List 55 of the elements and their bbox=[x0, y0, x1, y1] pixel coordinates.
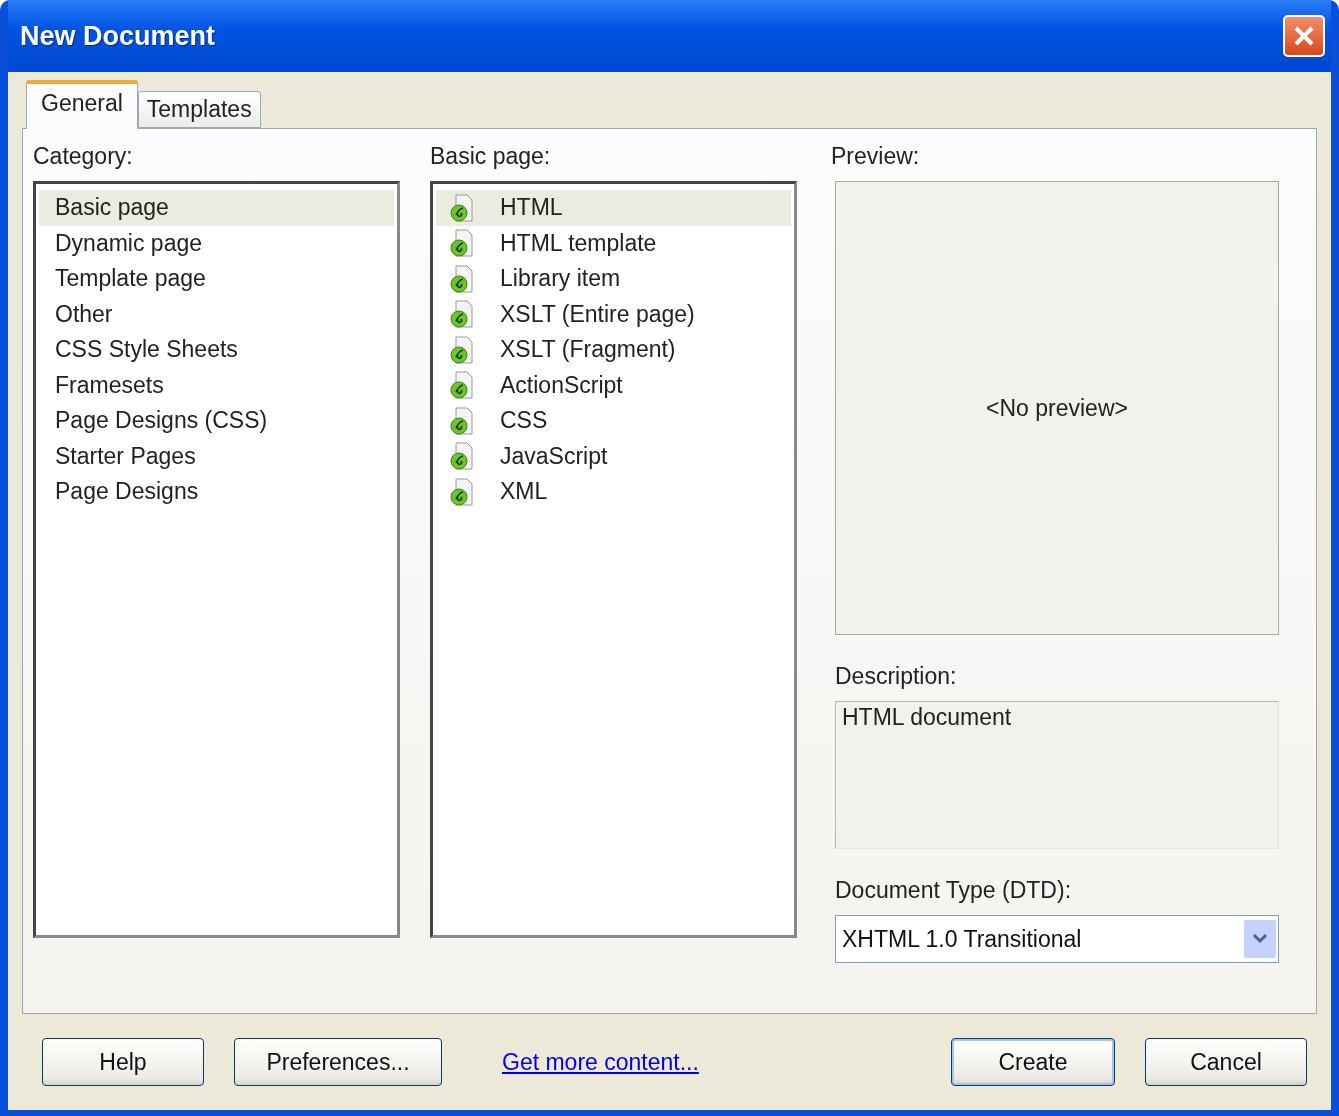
page-type-item[interactable]: XSLT (Entire page) bbox=[436, 296, 791, 332]
page-type-text: Library item bbox=[500, 265, 621, 293]
document-icon bbox=[450, 371, 474, 400]
page-type-label: Basic page: bbox=[430, 143, 552, 171]
category-item[interactable]: Other bbox=[39, 296, 394, 332]
dialog-button[interactable]: Help bbox=[42, 1038, 204, 1086]
tab[interactable]: General bbox=[26, 80, 138, 129]
page-type-text: HTML template bbox=[500, 229, 657, 257]
document-icon bbox=[450, 264, 474, 293]
page-type-item[interactable]: HTML bbox=[436, 190, 791, 226]
category-item[interactable]: CSS Style Sheets bbox=[39, 332, 394, 368]
window-title: New Document bbox=[20, 20, 216, 52]
page-type-item[interactable]: HTML template bbox=[436, 225, 791, 261]
preview-text: <No preview> bbox=[986, 394, 1128, 422]
description-box: HTML document bbox=[835, 701, 1279, 849]
page-type-text: XSLT (Entire page) bbox=[500, 300, 695, 328]
category-item[interactable]: Page Designs (CSS) bbox=[39, 403, 394, 439]
document-icon bbox=[450, 442, 474, 471]
page-type-text: HTML bbox=[500, 194, 563, 222]
tab[interactable]: Templates bbox=[137, 91, 261, 128]
description-label: Description: bbox=[835, 663, 958, 691]
doctype-label: Document Type (DTD): bbox=[835, 877, 1073, 905]
document-icon bbox=[450, 229, 474, 258]
category-item[interactable]: Framesets bbox=[39, 367, 394, 403]
page-type-item[interactable]: Library item bbox=[436, 261, 791, 297]
category-item[interactable]: Basic page bbox=[39, 190, 394, 226]
category-item[interactable]: Dynamic page bbox=[39, 225, 394, 261]
page-type-item[interactable]: XSLT (Fragment) bbox=[436, 332, 791, 368]
document-icon bbox=[450, 193, 474, 222]
dialog-button[interactable]: Preferences... bbox=[234, 1038, 442, 1086]
page-type-item[interactable]: CSS bbox=[436, 403, 791, 439]
page-type-text: ActionScript bbox=[500, 371, 623, 399]
close-button[interactable] bbox=[1283, 15, 1325, 57]
dialog-button[interactable]: Cancel bbox=[1145, 1038, 1307, 1086]
dialog-button[interactable]: Create bbox=[951, 1038, 1115, 1086]
preview-label: Preview: bbox=[831, 143, 921, 171]
close-icon bbox=[1293, 25, 1315, 47]
document-icon bbox=[450, 477, 474, 506]
category-item[interactable]: Starter Pages bbox=[39, 438, 394, 474]
page-type-text: XSLT (Fragment) bbox=[500, 336, 676, 364]
category-item[interactable]: Page Designs bbox=[39, 474, 394, 510]
page-type-item[interactable]: ActionScript bbox=[436, 367, 791, 403]
category-label: Category: bbox=[33, 143, 134, 171]
page-type-text: CSS bbox=[500, 407, 548, 435]
doctype-dropdown[interactable]: XHTML 1.0 Transitional bbox=[835, 915, 1279, 963]
document-icon bbox=[450, 300, 474, 329]
get-more-content-link[interactable]: Get more content... bbox=[502, 1048, 699, 1076]
page-type-item[interactable]: XML bbox=[436, 474, 791, 510]
page-type-item[interactable]: JavaScript bbox=[436, 438, 791, 474]
category-item[interactable]: Template page bbox=[39, 261, 394, 297]
page-type-text: JavaScript bbox=[500, 442, 608, 470]
doctype-value: XHTML 1.0 Transitional bbox=[842, 925, 1082, 953]
document-icon bbox=[450, 335, 474, 364]
page-type-text: XML bbox=[500, 478, 548, 506]
document-icon bbox=[450, 406, 474, 435]
